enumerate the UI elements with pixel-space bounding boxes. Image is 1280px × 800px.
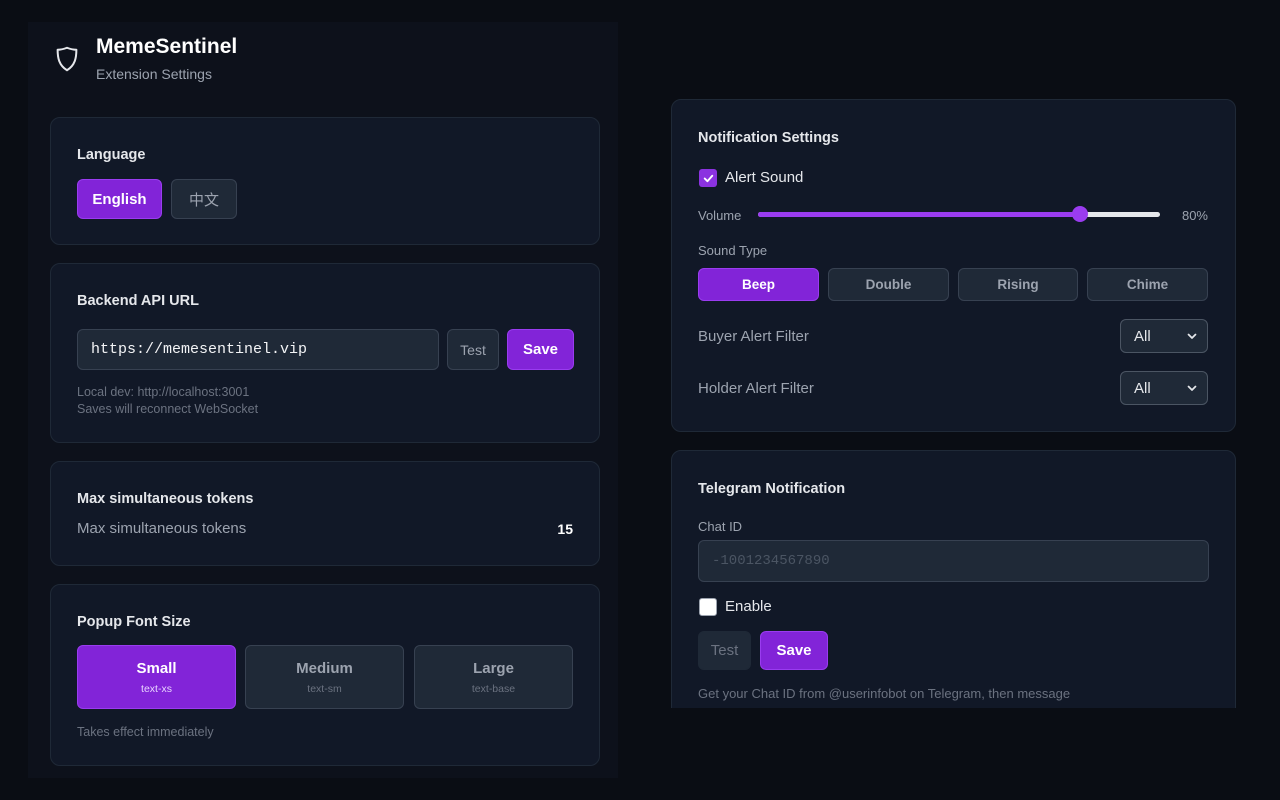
language-english-button[interactable]: English: [77, 179, 162, 219]
sound-type-rising-button[interactable]: Rising: [958, 268, 1078, 301]
font-size-medium-class: text-sm: [307, 682, 342, 695]
telegram-test-button[interactable]: Test: [698, 631, 751, 670]
alert-sound-checkbox[interactable]: [699, 169, 717, 187]
telegram-card: Telegram Notification Chat ID -100123456…: [671, 450, 1236, 708]
sound-type-label: Sound Type: [698, 243, 768, 258]
font-size-large-class: text-base: [471, 682, 516, 695]
font-size-small-button[interactable]: Small text-xs: [77, 645, 236, 709]
font-size-hint: Takes effect immediately: [77, 725, 214, 739]
telegram-enable-checkbox[interactable]: [699, 598, 717, 616]
volume-slider[interactable]: [758, 206, 1160, 222]
font-size-medium-label: Medium: [296, 659, 353, 677]
volume-fill: [758, 212, 1080, 217]
font-size-small-label: Small: [136, 659, 177, 677]
notification-title: Notification Settings: [698, 130, 839, 146]
volume-thumb[interactable]: [1071, 206, 1088, 222]
backend-hint-local: Local dev: http://localhost:3001: [77, 385, 250, 399]
chat-id-placeholder: -1001234567890: [712, 553, 830, 569]
alert-sound-label: Alert Sound: [725, 169, 804, 186]
telegram-enable-label: Enable: [725, 598, 772, 615]
language-chinese-button[interactable]: 中文: [171, 179, 237, 219]
max-tokens-value[interactable]: 15: [557, 521, 573, 537]
telegram-save-button[interactable]: Save: [760, 631, 828, 670]
app-header: MemeSentinel Extension Settings: [52, 34, 237, 82]
max-tokens-label: Max simultaneous tokens: [77, 520, 247, 537]
font-size-medium-button[interactable]: Medium text-sm: [245, 645, 404, 709]
language-card: Language English 中文: [50, 117, 600, 245]
chat-id-input[interactable]: -1001234567890: [698, 540, 1209, 582]
chevron-down-icon: [1187, 333, 1197, 339]
backend-url-input[interactable]: https://memesentinel.vip: [77, 329, 439, 370]
telegram-hint: Get your Chat ID from @userinfobot on Te…: [698, 686, 1071, 701]
holder-filter-value: All: [1134, 379, 1151, 397]
buyer-filter-value: All: [1134, 327, 1151, 345]
backend-url-value: https://memesentinel.vip: [91, 341, 308, 358]
app-title: MemeSentinel: [96, 35, 238, 58]
backend-url-title: Backend API URL: [77, 293, 199, 309]
buyer-filter-label: Buyer Alert Filter: [698, 328, 809, 345]
app-subtitle: Extension Settings: [96, 66, 212, 82]
font-size-large-button[interactable]: Large text-base: [414, 645, 573, 709]
backend-save-button[interactable]: Save: [507, 329, 574, 370]
font-size-card: Popup Font Size Small text-xs Medium tex…: [50, 584, 600, 766]
check-icon: [703, 174, 713, 182]
telegram-title: Telegram Notification: [698, 481, 846, 497]
chevron-down-icon: [1187, 385, 1197, 391]
volume-label: Volume: [698, 208, 742, 223]
volume-value: 80%: [1181, 208, 1208, 223]
shield-icon: [56, 46, 78, 72]
chat-id-label: Chat ID: [698, 519, 743, 534]
language-title: Language: [77, 147, 146, 163]
buyer-filter-select[interactable]: All: [1120, 319, 1208, 353]
sound-type-chime-button[interactable]: Chime: [1087, 268, 1208, 301]
backend-test-button[interactable]: Test: [447, 329, 499, 370]
notification-card: Notification Settings Alert Sound Volume…: [671, 99, 1236, 432]
font-size-small-class: text-xs: [141, 682, 172, 695]
sound-type-double-button[interactable]: Double: [828, 268, 949, 301]
backend-url-card: Backend API URL https://memesentinel.vip…: [50, 263, 600, 443]
holder-filter-select[interactable]: All: [1120, 371, 1208, 405]
font-size-large-label: Large: [473, 659, 514, 677]
max-tokens-title: Max simultaneous tokens: [77, 491, 254, 507]
holder-filter-label: Holder Alert Filter: [698, 380, 814, 397]
max-tokens-card: Max simultaneous tokens Max simultaneous…: [50, 461, 600, 566]
font-size-title: Popup Font Size: [77, 614, 191, 630]
backend-hint-reconnect: Saves will reconnect WebSocket: [77, 402, 259, 416]
sound-type-beep-button[interactable]: Beep: [698, 268, 819, 301]
telegram-clip: Telegram Notification Chat ID -100123456…: [671, 450, 1236, 708]
